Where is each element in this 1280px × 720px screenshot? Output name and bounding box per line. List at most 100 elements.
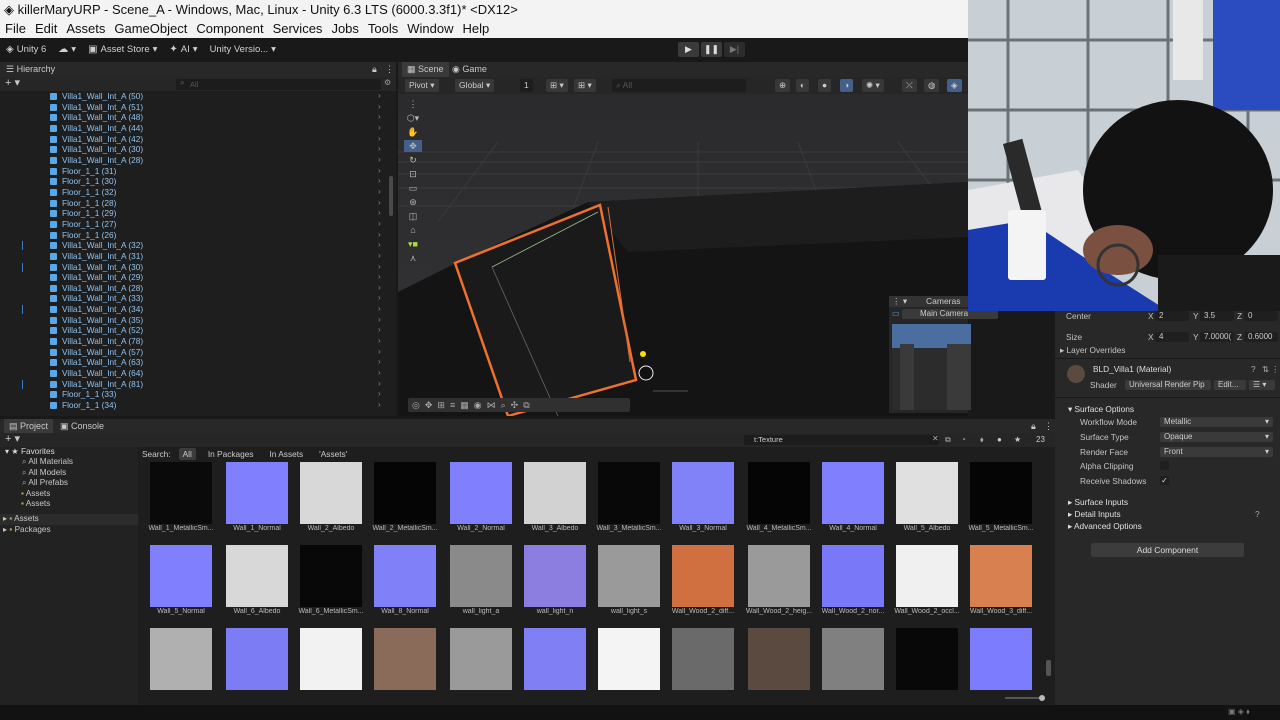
hierarchy-item[interactable]: Floor_1_1 (30) › — [0, 176, 392, 187]
chevron-right-icon[interactable]: › — [378, 272, 381, 283]
chevron-right-icon[interactable]: › — [378, 112, 381, 123]
chevron-right-icon[interactable]: › — [378, 198, 381, 209]
more-icon[interactable]: ⋮ — [1271, 364, 1279, 374]
path-tool-icon[interactable]: ⋏ — [404, 252, 422, 264]
pause-button[interactable]: ❚❚ — [701, 42, 722, 57]
texture-thumbnail[interactable] — [300, 545, 362, 607]
version-control-button[interactable]: Unity Versio... ▾ — [204, 41, 282, 59]
property-dropdown[interactable]: Front ▾ — [1160, 447, 1273, 457]
texture-thumbnail[interactable] — [524, 462, 586, 524]
texture-thumbnail[interactable] — [226, 462, 288, 524]
texture-thumbnail[interactable] — [598, 462, 660, 524]
play-button[interactable]: ▶ — [678, 42, 699, 57]
texture-thumbnail[interactable] — [896, 628, 958, 690]
hand-tool-icon[interactable]: ✋ — [404, 126, 422, 138]
presets-icon[interactable]: ⇅ — [1262, 364, 1269, 374]
center-z-field[interactable]: 0 — [1244, 311, 1278, 321]
frame-icon[interactable]: ⧉ — [523, 398, 529, 412]
hierarchy-item[interactable]: Villa1_Wall_Int_A (64) › — [0, 368, 392, 379]
hierarchy-item[interactable]: Villa1_Wall_Int_A (42) › — [0, 134, 392, 145]
scene-lighting-icon[interactable]: ◑ — [840, 79, 854, 92]
texture-thumbnail[interactable] — [450, 462, 512, 524]
network-icon[interactable]: ⋈ — [487, 398, 496, 412]
sphere-icon[interactable]: ◉ — [474, 398, 482, 412]
cloud-button[interactable]: ☁ ▾ — [52, 41, 82, 59]
project-scrollbar[interactable] — [1046, 660, 1051, 676]
help-icon[interactable]: ? — [1255, 509, 1260, 519]
texture-thumbnail[interactable] — [150, 545, 212, 607]
gizmo-handle[interactable] — [640, 351, 646, 357]
texture-thumbnail[interactable] — [598, 545, 660, 607]
pan-icon[interactable]: ✥ — [425, 398, 433, 412]
texture-thumbnail[interactable] — [672, 545, 734, 607]
chevron-right-icon[interactable]: › — [378, 262, 381, 273]
texture-thumbnail[interactable] — [226, 545, 288, 607]
shaded-icon[interactable]: ◐ — [796, 79, 810, 92]
hierarchy-item[interactable]: Villa1_Wall_Int_A (28) › — [0, 283, 392, 294]
texture-thumbnail[interactable] — [450, 545, 512, 607]
texture-thumbnail[interactable] — [374, 628, 436, 690]
zoom-icon[interactable]: ⌕ — [501, 398, 506, 412]
overlay-menu-icon[interactable]: ⋮ ▾ — [892, 296, 907, 306]
texture-thumbnail[interactable] — [672, 462, 734, 524]
chevron-right-icon[interactable]: › — [378, 208, 381, 219]
favorite-item[interactable]: ⌕ All Models — [0, 468, 138, 478]
chevron-right-icon[interactable]: › — [378, 176, 381, 187]
texture-thumbnail[interactable] — [748, 545, 810, 607]
favorite-item[interactable]: ⌕ All Prefabs — [0, 478, 138, 488]
chevron-right-icon[interactable]: › — [378, 315, 381, 326]
grid-size-field[interactable]: 1 — [520, 79, 533, 92]
hierarchy-item[interactable]: Floor_1_1 (32) › — [0, 187, 392, 198]
rect-tool-icon[interactable]: ▭ — [404, 182, 422, 194]
folder-root-assets[interactable]: ▸ ▪ Assets — [0, 514, 138, 525]
texture-thumbnail[interactable] — [748, 462, 810, 524]
scale-tool-icon[interactable]: ⊡ — [404, 168, 422, 180]
hierarchy-item[interactable]: Villa1_Wall_Int_A (50) › — [0, 91, 392, 102]
global-dropdown[interactable]: Global ▾ — [455, 79, 495, 92]
tab-game[interactable]: ◉ Game — [452, 62, 487, 77]
hierarchy-item[interactable]: Villa1_Wall_Int_A (30) › — [0, 262, 392, 273]
hierarchy-item[interactable]: Villa1_Wall_Int_A (29) › — [0, 272, 392, 283]
texture-thumbnail[interactable] — [970, 628, 1032, 690]
grid-snap-icon[interactable]: ⊞ ▾ — [546, 79, 568, 92]
shader-dropdown[interactable]: Universal Render Pip — [1125, 380, 1211, 390]
cube-tool-icon[interactable]: ▾■ — [404, 238, 422, 250]
add-component-button[interactable]: Add Component — [1091, 543, 1244, 557]
hierarchy-item[interactable]: Villa1_Wall_Int_A (81) › — [0, 379, 392, 390]
lit-icon[interactable]: ● — [818, 79, 832, 92]
warning-filter-icon[interactable]: ● — [997, 433, 1002, 447]
menu-item-tools[interactable]: Tools — [368, 19, 398, 38]
chevron-right-icon[interactable]: › — [378, 347, 381, 358]
hierarchy-item[interactable]: Villa1_Wall_Int_A (33) › — [0, 293, 392, 304]
hierarchy-item[interactable]: Floor_1_1 (34) › — [0, 400, 392, 411]
hierarchy-item[interactable]: Villa1_Wall_Int_A (31) › — [0, 251, 392, 262]
orbit-icon[interactable]: ◎ — [412, 398, 420, 412]
texture-thumbnail[interactable] — [300, 628, 362, 690]
hierarchy-item[interactable]: Villa1_Wall_Int_A (57) › — [0, 347, 392, 358]
hierarchy-item[interactable]: Villa1_Wall_Int_A (32) › — [0, 240, 392, 251]
scroll-thumb[interactable] — [389, 176, 393, 216]
chevron-right-icon[interactable]: › — [378, 144, 381, 155]
detail-inputs-foldout[interactable]: ▸ Detail Inputs — [1068, 509, 1121, 519]
grid-visibility-icon[interactable]: ⊞ ▾ — [574, 79, 596, 92]
chevron-right-icon[interactable]: › — [378, 368, 381, 379]
label-filter-icon[interactable]: ⬧ — [980, 433, 984, 447]
search-scope-0[interactable]: All — [178, 448, 196, 460]
search-scope-1[interactable]: In Packages — [204, 448, 258, 460]
step-button[interactable]: ▶| — [724, 42, 745, 57]
favorite-item[interactable]: ▪ Assets — [0, 499, 138, 509]
hierarchy-scrollbar[interactable] — [388, 91, 394, 411]
menu-item-file[interactable]: File — [5, 19, 26, 38]
align-icon[interactable]: ≡ — [450, 398, 455, 412]
menu-item-window[interactable]: Window — [407, 19, 453, 38]
texture-thumbnail[interactable] — [150, 628, 212, 690]
edit-shader-button[interactable]: Edit... — [1214, 380, 1246, 390]
camera-icon[interactable]: ◈ — [947, 79, 962, 92]
size-z-field[interactable]: 0.6000 — [1244, 332, 1278, 342]
surface-inputs-foldout[interactable]: ▸ Surface Inputs — [1068, 497, 1128, 507]
chevron-right-icon[interactable]: › — [378, 336, 381, 347]
hierarchy-item[interactable]: Villa1_Wall_Int_A (35) › — [0, 315, 392, 326]
hierarchy-search-input[interactable]: All — [176, 79, 381, 90]
scene-search-input[interactable]: ⌕ All — [612, 79, 746, 92]
chevron-right-icon[interactable]: › — [378, 91, 381, 102]
